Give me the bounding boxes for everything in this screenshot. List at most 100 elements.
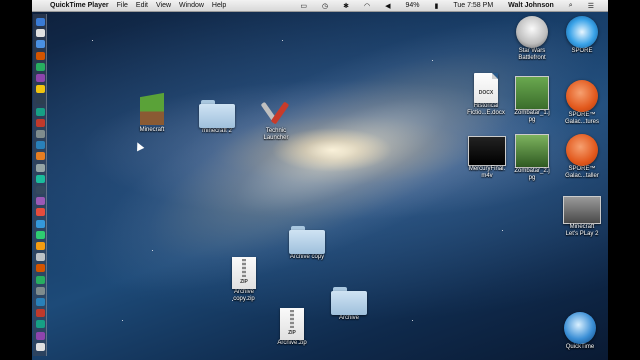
desktop-item-zombatar-2[interactable]: Zombatar_2.j pg bbox=[510, 134, 554, 182]
docx-tag: DOCX bbox=[478, 90, 494, 96]
time-machine-icon[interactable]: ◷ bbox=[322, 2, 328, 10]
dock-app-icon[interactable] bbox=[36, 96, 45, 105]
airplay-icon[interactable]: ▭ bbox=[300, 2, 307, 10]
dock-app-icon[interactable] bbox=[36, 118, 45, 127]
dock-app-icon[interactable] bbox=[36, 51, 45, 60]
item-label: pg bbox=[528, 117, 536, 123]
item-label: Technic bbox=[265, 128, 287, 134]
dock-app-icon[interactable] bbox=[36, 242, 45, 250]
item-label: Star Wars bbox=[518, 48, 546, 54]
dock-app-icon[interactable] bbox=[36, 40, 45, 49]
spore-orange-icon bbox=[566, 80, 598, 112]
item-label: Zombatar_2.j bbox=[514, 168, 550, 174]
dock-app-icon[interactable] bbox=[36, 18, 45, 26]
item-label: Galac...taller bbox=[565, 173, 599, 179]
desktop-item-spore[interactable]: SPORE bbox=[560, 16, 604, 55]
star bbox=[412, 320, 413, 321]
dock-app-icon[interactable] bbox=[36, 141, 45, 150]
dock-app-icon[interactable] bbox=[36, 275, 45, 284]
volume-icon[interactable]: ◀ bbox=[385, 2, 390, 10]
dock-app-icon[interactable] bbox=[36, 74, 45, 82]
menu-window[interactable]: Window bbox=[179, 2, 204, 9]
item-label: Archive copy bbox=[289, 254, 325, 260]
dock-app-icon[interactable] bbox=[36, 174, 45, 183]
desktop-item-spore-galactic-adventures[interactable]: SPORE™ Galac...tures bbox=[558, 80, 606, 126]
item-label: SPORE bbox=[571, 48, 593, 54]
desktop-item-zombatar-1[interactable]: Zombatar_1.j pg bbox=[510, 76, 554, 124]
folder-icon bbox=[199, 100, 235, 128]
minecraft-grass-icon bbox=[136, 92, 168, 127]
bluetooth-icon[interactable]: ✱ bbox=[343, 2, 349, 10]
dock-app-icon[interactable] bbox=[36, 298, 45, 306]
item-label: SPORE™ bbox=[568, 166, 596, 172]
desktop-item-historical-docx[interactable]: DOCX Historical Fictio...E.docx bbox=[464, 73, 508, 117]
dock-app-icon[interactable] bbox=[36, 186, 45, 194]
user-menu[interactable]: Walt Johnson bbox=[508, 2, 554, 9]
battery-percent[interactable]: 94% bbox=[405, 2, 419, 9]
item-label: Minecraft bbox=[569, 224, 595, 230]
dock-app-icon[interactable] bbox=[36, 29, 45, 38]
menu-file[interactable]: File bbox=[117, 2, 128, 9]
menu-clock[interactable]: Tue 7:58 PM bbox=[453, 2, 493, 9]
dock-app-icon[interactable] bbox=[36, 107, 45, 116]
desktop-item-archive-copy-zip[interactable]: ZIP Archive copy.zip bbox=[224, 257, 264, 303]
desktop-item-mercuryfinal-m4v[interactable]: MercuryFinal. m4v bbox=[462, 136, 512, 180]
desktop-item-minecraft[interactable]: Minecraft bbox=[130, 92, 174, 134]
desktop-item-technic-launcher[interactable]: Technic Launcher bbox=[254, 98, 298, 142]
dock-app-icon[interactable] bbox=[36, 230, 45, 239]
desktop-item-star-wars-battlefront[interactable]: Star Wars Battlefront bbox=[508, 16, 556, 62]
star bbox=[502, 230, 503, 231]
dock-app-icon[interactable] bbox=[36, 152, 45, 161]
dock-app-icon[interactable] bbox=[36, 219, 45, 228]
dock-app-icon[interactable] bbox=[36, 264, 45, 273]
desktop-item-minecraft-2[interactable]: minecraft 2 bbox=[192, 100, 242, 135]
menu-edit[interactable]: Edit bbox=[136, 2, 148, 9]
dock-app-icon[interactable] bbox=[36, 309, 45, 318]
dock-app-icon[interactable] bbox=[36, 130, 45, 138]
app-name-menu[interactable]: QuickTime Player bbox=[50, 2, 109, 9]
battery-icon[interactable]: ▮ bbox=[434, 2, 438, 10]
item-label: Minecraft bbox=[139, 127, 165, 133]
dock-app-icon[interactable] bbox=[36, 208, 45, 217]
dock-app-icon[interactable] bbox=[36, 197, 45, 206]
dock-app-icon[interactable] bbox=[36, 62, 45, 71]
document-icon: DOCX bbox=[474, 73, 498, 103]
item-label: Archive.zip bbox=[277, 340, 307, 346]
star bbox=[432, 60, 433, 61]
item-label: Let's PLay 2 bbox=[565, 231, 599, 237]
item-label: Archive bbox=[233, 289, 254, 295]
item-label: MercuryFinal. bbox=[468, 166, 506, 172]
desktop-item-quicktime[interactable]: QuickTime bbox=[558, 312, 602, 351]
item-label: Historical bbox=[473, 103, 499, 109]
menu-view[interactable]: View bbox=[156, 2, 171, 9]
desktop-item-spore-galactic-installer[interactable]: SPORE™ Galac...taller bbox=[558, 134, 606, 180]
zombie-image-thumbnail bbox=[515, 76, 549, 110]
dock-app-icon[interactable] bbox=[36, 320, 45, 329]
spore-spiral-icon bbox=[566, 16, 598, 48]
dock-app-icon[interactable] bbox=[36, 85, 45, 94]
zombie-image-thumbnail bbox=[515, 134, 549, 168]
menu-help[interactable]: Help bbox=[212, 2, 226, 9]
wifi-icon[interactable]: ◠ bbox=[364, 2, 370, 10]
item-label: m4v bbox=[481, 173, 493, 179]
dock-app-icon[interactable] bbox=[36, 253, 45, 262]
spotlight-icon[interactable]: ⌕ bbox=[569, 2, 573, 10]
desktop-item-archive-zip[interactable]: ZIP Archive.zip bbox=[272, 308, 312, 347]
dock-app-icon[interactable] bbox=[36, 342, 45, 351]
spore-orange-icon bbox=[566, 134, 598, 166]
zip-tag: ZIP bbox=[288, 330, 296, 336]
item-label: Battlefront bbox=[518, 55, 546, 61]
dock-app-icon[interactable] bbox=[36, 163, 45, 172]
dock-app-icon[interactable] bbox=[36, 286, 45, 295]
notification-center-icon[interactable]: ☰ bbox=[588, 2, 594, 10]
menu-extras: ▭ ◷ ✱ ◠ ◀ 94% ▮ Tue 7:58 PM Walt Johnson… bbox=[293, 0, 602, 11]
desktop-item-archive-copy[interactable]: Archive copy bbox=[282, 226, 332, 261]
item-label: Launcher bbox=[263, 135, 289, 141]
item-label: Archive bbox=[338, 315, 359, 321]
desktop-item-archive[interactable]: Archive bbox=[324, 287, 374, 322]
desktop-item-minecraft-lets-play-2[interactable]: Minecraft Let's PLay 2 bbox=[558, 196, 606, 238]
quicktime-q-icon bbox=[564, 312, 596, 344]
dock-app-icon[interactable] bbox=[36, 331, 45, 340]
wrench-tools-icon bbox=[259, 98, 293, 128]
zip-archive-icon: ZIP bbox=[232, 257, 256, 289]
